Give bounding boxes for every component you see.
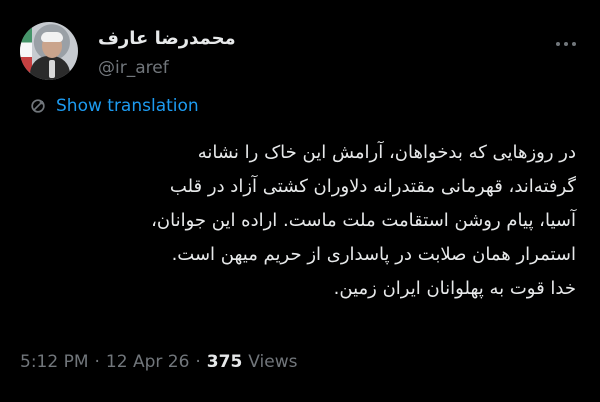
more-dot-3 (572, 42, 576, 46)
translate-icon (31, 99, 45, 113)
author-handle[interactable]: @ir_aref (98, 58, 169, 78)
show-translation-label: Show translation (56, 96, 199, 116)
avatar-hair (41, 32, 63, 42)
more-dot-1 (556, 42, 560, 46)
tweet-line: خدا قوت به پهلوانان ایران زمین. (333, 278, 576, 299)
tweet-text: در روزهایی که بدخواهان، آرامش این خاک را… (24, 136, 576, 306)
tweet-line: آسیا، پیام روشن استقامت ملت ماست. اراده … (151, 210, 576, 231)
tweet-line: استمرار همان صلابت در پاسداری از حریم می… (171, 244, 576, 265)
tweet-line: در روزهایی که بدخواهان، آرامش این خاک را… (197, 142, 576, 163)
views-label: Views (248, 352, 298, 372)
tweet-date[interactable]: 12 Apr 26 (106, 352, 189, 372)
avatar-tie (49, 60, 55, 78)
author-display-name[interactable]: محمدرضا عارف (98, 28, 236, 49)
avatar-flag (20, 28, 32, 72)
tweet-meta: 5:12 PM · 12 Apr 26 · 375 Views (20, 352, 298, 372)
more-dot-2 (564, 42, 568, 46)
meta-separator: · (195, 352, 201, 372)
tweet-time[interactable]: 5:12 PM (20, 352, 89, 372)
more-horizontal-icon[interactable] (556, 38, 576, 50)
meta-separator: · (94, 352, 100, 372)
show-translation-button[interactable]: Show translation (28, 96, 199, 116)
views-count[interactable]: 375 (207, 352, 243, 372)
tweet-line: گرفته‌اند، قهرمانی مقتدرانه دلاوران کشتی… (169, 176, 576, 197)
author-avatar[interactable] (20, 22, 78, 80)
